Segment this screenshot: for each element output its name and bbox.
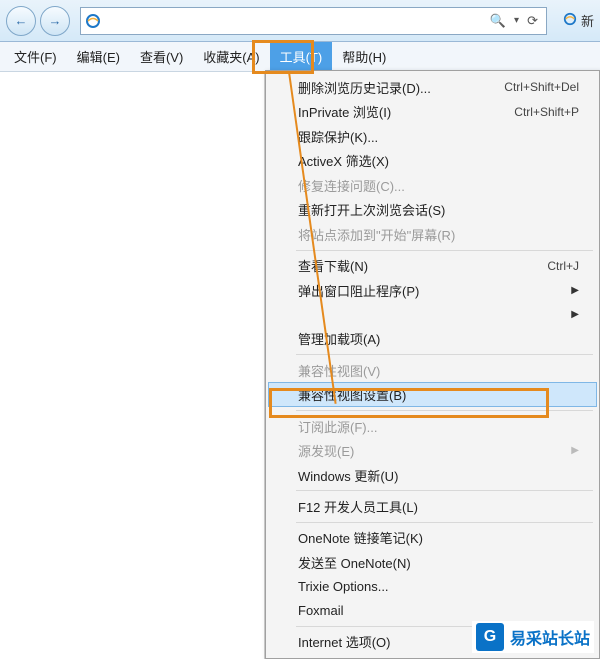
ie-logo-icon	[563, 12, 577, 29]
tab-label-text: 新	[581, 11, 594, 30]
tools-dropdown-menu: 删除浏览历史记录(D)...Ctrl+Shift+Del InPrivate 浏…	[265, 70, 600, 659]
menu-separator	[296, 522, 593, 523]
ie-logo-icon	[81, 13, 105, 29]
menu-item-reopen-last-session[interactable]: 重新打开上次浏览会话(S)	[268, 198, 597, 223]
menu-item-add-to-start: 将站点添加到"开始"屏幕(R)	[268, 222, 597, 247]
refresh-icon[interactable]: ⟳	[527, 13, 538, 29]
menu-help[interactable]: 帮助(H)	[332, 42, 396, 71]
menu-item-popup-blocker[interactable]: 弹出窗口阻止程序(P)▶	[268, 278, 597, 303]
menu-item-subscribe-feed: 订阅此源(F)...	[268, 414, 597, 439]
navigation-toolbar: ← → 🔍 ▾ ⟳ 新	[0, 0, 600, 42]
menu-item-onenote-link[interactable]: OneNote 链接笔记(K)	[268, 526, 597, 551]
chevron-right-icon: ▶	[571, 309, 579, 320]
watermark-badge-icon: G	[476, 623, 504, 651]
address-right-controls: 🔍 ▾ ⟳	[482, 13, 546, 29]
address-bar: 🔍 ▾ ⟳	[80, 7, 547, 35]
menu-item-feed-discovery: 源发现(E)▶	[268, 438, 597, 463]
menu-item-windows-update[interactable]: Windows 更新(U)	[268, 463, 597, 488]
menu-item-smartscreen[interactable]: ▶	[268, 303, 597, 327]
menu-item-view-downloads[interactable]: 查看下载(N)Ctrl+J	[268, 253, 597, 278]
chevron-right-icon: ▶	[571, 285, 579, 296]
page-content-blank	[0, 72, 265, 659]
forward-button[interactable]: →	[40, 6, 70, 36]
search-icon[interactable]: 🔍	[490, 13, 506, 29]
menu-separator	[296, 250, 593, 251]
menu-item-send-onenote[interactable]: 发送至 OneNote(N)	[268, 550, 597, 575]
forward-arrow-icon: →	[49, 13, 62, 28]
search-dropdown-icon[interactable]: ▾	[514, 15, 519, 26]
menu-favorites[interactable]: 收藏夹(A)	[193, 42, 269, 71]
menu-item-trixie-options[interactable]: Trixie Options...	[268, 575, 597, 599]
url-input[interactable]	[105, 8, 482, 34]
content-area: 删除浏览历史记录(D)...Ctrl+Shift+Del InPrivate 浏…	[0, 72, 600, 659]
menu-tools[interactable]: 工具(T)	[270, 42, 333, 71]
menu-item-tracking-protection[interactable]: 跟踪保护(K)...	[268, 124, 597, 149]
menu-item-compat-view: 兼容性视图(V)	[268, 358, 597, 383]
menu-separator	[296, 490, 593, 491]
menu-separator	[296, 410, 593, 411]
tab-new[interactable]: 新	[557, 11, 594, 30]
menu-item-manage-addons[interactable]: 管理加载项(A)	[268, 327, 597, 352]
menubar: 文件(F) 编辑(E) 查看(V) 收藏夹(A) 工具(T) 帮助(H)	[0, 42, 600, 72]
back-arrow-icon: ←	[15, 13, 28, 28]
back-button[interactable]: ←	[6, 6, 36, 36]
menu-edit[interactable]: 编辑(E)	[67, 42, 130, 71]
menu-item-compat-view-settings[interactable]: 兼容性视图设置(B)	[268, 382, 597, 407]
watermark: G 易采站长站	[472, 621, 594, 653]
menu-item-fix-connection: 修复连接问题(C)...	[268, 173, 597, 198]
menu-view[interactable]: 查看(V)	[130, 42, 193, 71]
menu-item-inprivate[interactable]: InPrivate 浏览(I)Ctrl+Shift+P	[268, 100, 597, 125]
menu-item-activex-filtering[interactable]: ActiveX 筛选(X)	[268, 149, 597, 174]
watermark-text: 易采站长站	[510, 625, 590, 649]
menu-item-f12-devtools[interactable]: F12 开发人员工具(L)	[268, 494, 597, 519]
chevron-right-icon: ▶	[571, 445, 579, 456]
menu-file[interactable]: 文件(F)	[4, 42, 67, 71]
menu-separator	[296, 354, 593, 355]
menu-item-delete-history[interactable]: 删除浏览历史记录(D)...Ctrl+Shift+Del	[268, 75, 597, 100]
menu-item-foxmail[interactable]: Foxmail	[268, 599, 597, 623]
